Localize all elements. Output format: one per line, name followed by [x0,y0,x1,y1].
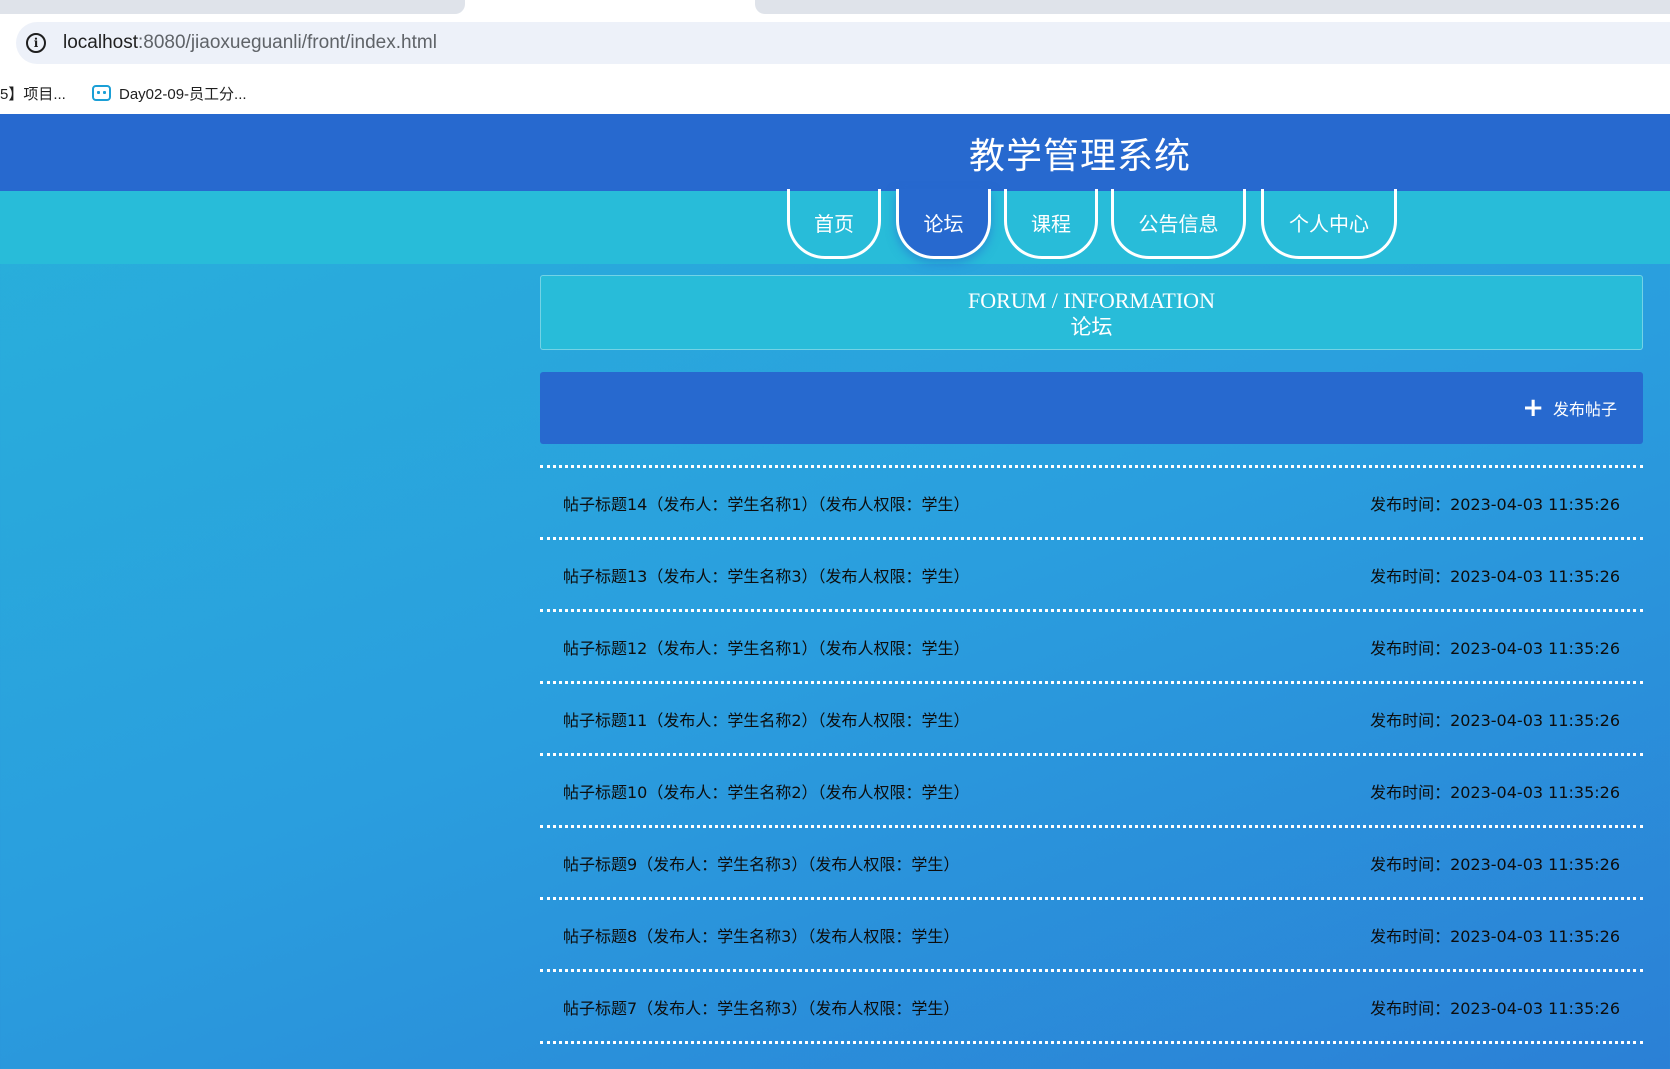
post-row[interactable]: 帖子标题13（发布人：学生名称3）（发布人权限：学生） 发布时间：2023-04… [540,537,1643,609]
bookmark-label: Day02-09-员工分... [119,85,247,103]
post-list: 帖子标题14（发布人：学生名称1）（发布人权限：学生） 发布时间：2023-04… [540,465,1643,1044]
nav-label: 首页 [814,212,854,236]
post-time: 发布时间：2023-04-03 11:35:26 [1370,710,1620,730]
post-title: 帖子标题7（发布人：学生名称3）（发布人权限：学生） [563,998,960,1018]
nav-label: 公告信息 [1138,212,1219,236]
bookmark-item[interactable]: 5】项目... [0,80,66,106]
post-time: 发布时间：2023-04-03 11:35:26 [1370,566,1620,586]
post-row[interactable]: 帖子标题14（发布人：学生名称1）（发布人权限：学生） 发布时间：2023-04… [540,465,1643,537]
publish-post-button[interactable]: + 发布帖子 [1522,372,1617,444]
publish-label: 发布帖子 [1552,400,1617,419]
bookmark-label: 5】项目... [0,85,66,103]
post-title: 帖子标题14（发布人：学生名称1）（发布人权限：学生） [563,494,970,514]
bookmarks-bar: 5】项目... Day02-09-员工分... [0,72,1670,114]
browser-tab[interactable] [0,0,465,14]
post-row[interactable]: 帖子标题10（发布人：学生名称2）（发布人权限：学生） 发布时间：2023-04… [540,753,1643,825]
post-row[interactable]: 帖子标题7（发布人：学生名称3）（发布人权限：学生） 发布时间：2023-04-… [540,969,1643,1044]
post-row[interactable]: 帖子标题8（发布人：学生名称3）（发布人权限：学生） 发布时间：2023-04-… [540,897,1643,969]
nav-label: 个人中心 [1289,212,1369,236]
nav-home[interactable]: 首页 [787,189,881,259]
post-title: 帖子标题13（发布人：学生名称3）（发布人权限：学生） [563,566,970,586]
post-row[interactable]: 帖子标题9（发布人：学生名称3）（发布人权限：学生） 发布时间：2023-04-… [540,825,1643,897]
address-bar[interactable]: i localhost:8080/jiaoxueguanli/front/ind… [16,22,1670,64]
nav-label: 课程 [1031,212,1071,236]
post-time: 发布时间：2023-04-03 11:35:26 [1370,638,1620,658]
nav-personal-center[interactable]: 个人中心 [1261,189,1397,259]
info-icon[interactable]: i [26,33,46,53]
nav-forum[interactable]: 论坛 [896,189,991,259]
address-url[interactable]: localhost:8080/jiaoxueguanli/front/index… [63,32,437,54]
url-host: localhost [63,32,138,53]
section-heading: FORUM / INFORMATION 论坛 [540,275,1643,350]
bookmark-item[interactable]: Day02-09-员工分... [92,80,247,106]
url-path: :8080/jiaoxueguanli/front/index.html [138,32,437,53]
post-title: 帖子标题8（发布人：学生名称3）（发布人权限：学生） [563,926,960,946]
nav-courses[interactable]: 课程 [1004,189,1098,259]
site-title: 教学管理系统 [968,135,1191,177]
post-time: 发布时间：2023-04-03 11:35:26 [1370,998,1620,1018]
post-row[interactable]: 帖子标题12（发布人：学生名称1）（发布人权限：学生） 发布时间：2023-04… [540,609,1643,681]
site-header: 教学管理系统 [0,114,1670,191]
forum-action-bar: + 发布帖子 [540,372,1643,444]
section-title-en: FORUM / INFORMATION [968,288,1215,313]
browser-toolbar: i localhost:8080/jiaoxueguanli/front/ind… [0,14,1670,72]
browser-tabstrip [0,0,1670,14]
post-time: 发布时间：2023-04-03 11:35:26 [1370,782,1620,802]
post-time: 发布时间：2023-04-03 11:35:26 [1370,854,1620,874]
post-row[interactable]: 帖子标题11（发布人：学生名称2）（发布人权限：学生） 发布时间：2023-04… [540,681,1643,753]
bilibili-icon [92,85,111,101]
browser-tab[interactable] [755,0,1670,14]
post-title: 帖子标题9（发布人：学生名称3）（发布人权限：学生） [563,854,960,874]
main-nav: 首页 论坛 课程 公告信息 个人中心 [0,189,1670,264]
section-title-zh: 论坛 [1070,315,1113,339]
post-title: 帖子标题11（发布人：学生名称2）（发布人权限：学生） [563,710,970,730]
nav-label: 论坛 [923,212,964,236]
post-title: 帖子标题10（发布人：学生名称2）（发布人权限：学生） [563,782,970,802]
nav-announcements[interactable]: 公告信息 [1111,189,1246,259]
post-title: 帖子标题12（发布人：学生名称1）（发布人权限：学生） [563,638,970,658]
post-time: 发布时间：2023-04-03 11:35:26 [1370,494,1620,514]
post-time: 发布时间：2023-04-03 11:35:26 [1370,926,1620,946]
plus-icon: + [1522,393,1544,423]
